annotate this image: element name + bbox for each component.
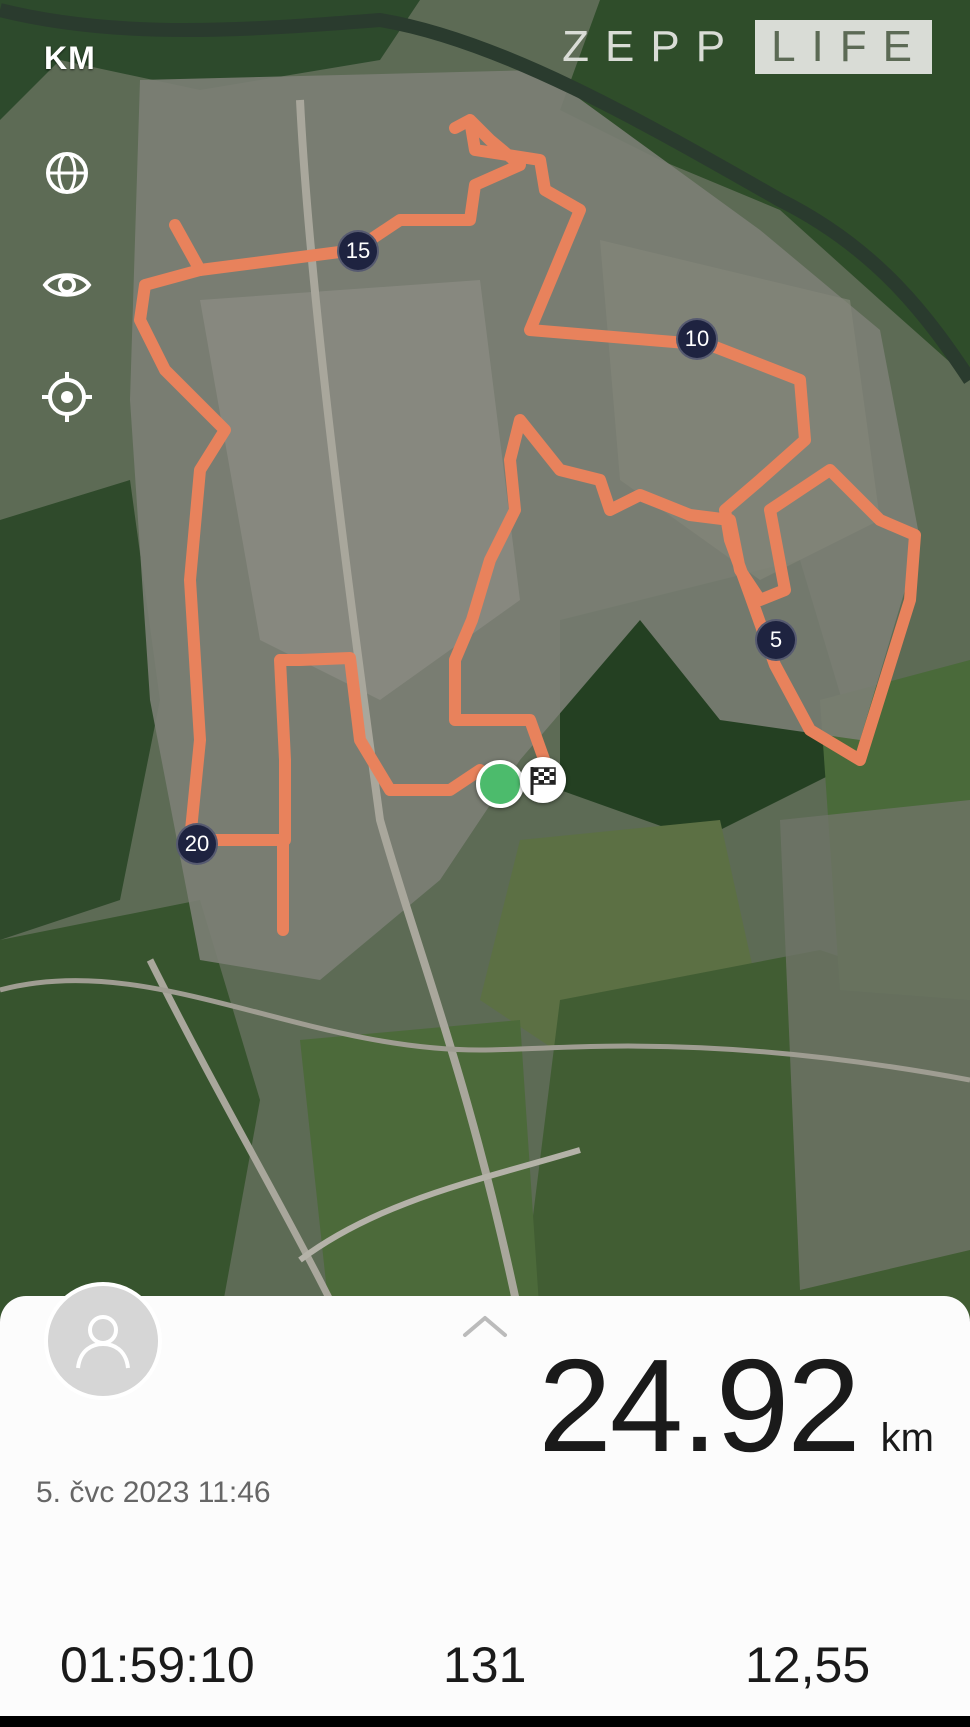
stat-right-value: 12,55 [745, 1637, 871, 1693]
zepp-life-logo: ZEPP LIFE [562, 20, 932, 74]
visibility-button[interactable] [42, 260, 92, 310]
km-marker-15: 15 [337, 230, 379, 272]
map-view[interactable]: KM ZEPP LIFE 5 10 15 20 [0, 0, 970, 1320]
workout-datetime: 5. čvc 2023 11:46 [36, 1476, 271, 1509]
duration-value: 01:59:10 [60, 1637, 255, 1693]
distance-unit: km [880, 1416, 934, 1460]
locate-button[interactable] [42, 372, 92, 422]
km-marker-10: 10 [676, 318, 718, 360]
chevron-up-icon[interactable] [460, 1310, 510, 1340]
distance-value: 24.92 [538, 1332, 860, 1479]
globe-icon [46, 152, 88, 194]
start-point [476, 760, 524, 808]
km-marker-20: 20 [176, 823, 218, 865]
satellite-map [0, 0, 970, 1320]
logo-zepp: ZEPP [562, 22, 742, 71]
unit-toggle[interactable]: KM [44, 40, 96, 77]
finish-flag-icon [520, 757, 566, 803]
globe-button[interactable] [42, 148, 92, 198]
crosshair-icon [42, 372, 92, 422]
distance-display: 24.92 km [538, 1340, 934, 1472]
bottom-bar [0, 1716, 970, 1727]
avatar[interactable] [44, 1282, 162, 1400]
eye-icon [42, 273, 92, 297]
logo-life: LIFE [755, 20, 932, 74]
stat-middle-value: 131 [443, 1637, 527, 1693]
user-icon [76, 1315, 130, 1369]
km-marker-5: 5 [755, 619, 797, 661]
